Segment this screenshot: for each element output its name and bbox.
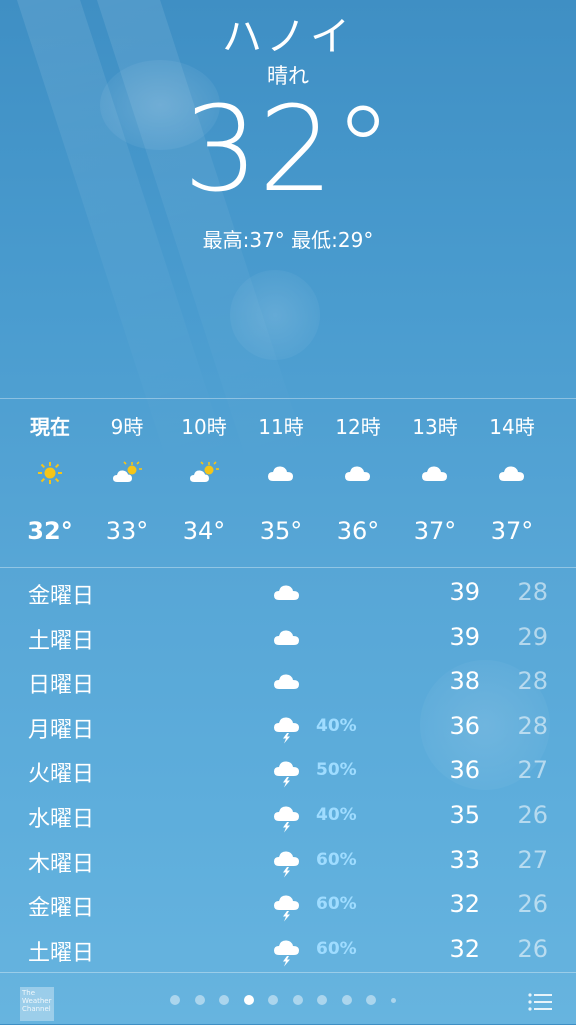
daily-row: 木曜日 60% 33 27: [0, 840, 576, 884]
daily-row: 金曜日 39 28: [0, 572, 576, 616]
page-dot[interactable]: [268, 995, 278, 1005]
hour-label: 11時: [258, 415, 304, 439]
partly-cloudy-icon: [112, 461, 142, 485]
partly-cloudy-icon: [189, 461, 219, 485]
daily-row: 火曜日 50% 36 27: [0, 750, 576, 794]
daily-row: 金曜日 60% 32 26: [0, 884, 576, 928]
page-dot[interactable]: [219, 995, 229, 1005]
high-temperature: 32: [449, 934, 480, 963]
low-temperature: 28: [517, 578, 548, 606]
city-name: ハノイ: [222, 14, 354, 60]
hour-temperature: 33°: [105, 517, 149, 545]
high-temperature: 39: [449, 622, 480, 651]
precipitation-chance: 40%: [316, 715, 357, 736]
low-temperature: 29: [517, 622, 548, 651]
precipitation-chance: 60%: [316, 849, 357, 870]
low-temperature: 27: [517, 845, 548, 874]
hour-temperature: 37°: [490, 517, 534, 545]
hourly-forecast[interactable]: 現在 32° 9時 33° 10時 34° 11時 35° 12時 36° 13時 37° 14時 37°…: [0, 398, 576, 568]
low-temperature: 26: [517, 801, 548, 829]
day-name: 金曜日: [28, 584, 95, 609]
day-name: 土曜日: [28, 628, 95, 654]
thunderstorm-icon: [272, 758, 304, 788]
daily-row: 土曜日 39 29: [0, 617, 576, 661]
page-dot[interactable]: [243, 995, 254, 1005]
daily-row: 土曜日 60% 32 26: [0, 929, 576, 973]
hour-label: 現在: [30, 415, 70, 439]
page-dot[interactable]: [341, 995, 352, 1005]
daily-row: 月曜日 40% 36 28: [0, 706, 576, 750]
cloud-icon: [272, 580, 304, 610]
sun-icon: [35, 461, 65, 485]
precipitation-chance: 50%: [316, 760, 357, 781]
list-icon[interactable]: [528, 993, 552, 1011]
low-temperature: 26: [517, 890, 548, 919]
page-dot[interactable]: [292, 995, 303, 1005]
high-temperature: 35: [449, 801, 480, 829]
cloud-icon: [272, 625, 304, 655]
day-name: 水曜日: [28, 807, 95, 832]
thunderstorm-icon: [272, 714, 304, 744]
precipitation-chance: 60%: [316, 894, 357, 915]
cloud-icon: [272, 669, 304, 699]
low-temperature: 27: [517, 756, 548, 785]
hour-temperature: 36°: [336, 517, 380, 545]
precipitation-chance: 60%: [316, 938, 357, 959]
hour-label: 10時: [181, 415, 227, 439]
day-name: 日曜日: [28, 673, 95, 699]
page-dot[interactable]: [317, 995, 327, 1005]
thunderstorm-icon: [272, 803, 304, 833]
light-glow: [230, 270, 320, 360]
day-name: 土曜日: [28, 940, 95, 966]
weather-channel-logo[interactable]: The Weather Channel: [20, 987, 54, 1021]
hour-temperature: 32°: [27, 517, 73, 545]
cloud-icon: [420, 461, 450, 485]
high-temperature: 39: [449, 578, 480, 606]
current-temperature: 32°: [183, 80, 393, 218]
page-dot[interactable]: [366, 995, 376, 1005]
day-name: 月曜日: [28, 717, 95, 743]
bottom-toolbar: The Weather Channel: [0, 972, 576, 1025]
day-name: 木曜日: [28, 851, 95, 877]
precipitation-chance: 40%: [316, 805, 357, 825]
high-temperature: 33: [449, 845, 480, 874]
low-temperature: 26: [517, 934, 548, 963]
page-dot[interactable]: [194, 995, 205, 1005]
high-temperature: 36: [449, 756, 480, 785]
hour-temperature: 37°: [413, 517, 457, 545]
page-dot[interactable]: [390, 998, 396, 1003]
cloud-icon: [266, 461, 296, 485]
thunderstorm-icon: [272, 848, 304, 878]
high-temperature: 32: [449, 890, 480, 919]
high-low-temperature: 最高:37° 最低:29°: [202, 228, 374, 252]
hour-label: 15: [551, 411, 576, 435]
hour-label: 9時: [110, 415, 144, 439]
daily-row: 水曜日 40% 35 26: [0, 795, 576, 839]
cloud-icon: [343, 461, 373, 485]
day-name: 火曜日: [28, 762, 95, 788]
thunderstorm-icon: [272, 937, 304, 967]
hour-temperature: 3: [551, 517, 576, 545]
hour-temperature: 34°: [182, 517, 226, 545]
page-dot[interactable]: [170, 995, 180, 1005]
hour-label: 13時: [412, 415, 458, 439]
hour-label: 12時: [335, 415, 381, 439]
low-temperature: 28: [517, 711, 548, 740]
day-name: 金曜日: [28, 896, 95, 922]
hour-label: 14時: [489, 415, 535, 439]
daily-row: 日曜日 38 28: [0, 661, 576, 705]
high-temperature: 38: [449, 667, 480, 696]
low-temperature: 28: [517, 667, 548, 696]
hour-temperature: 35°: [259, 517, 303, 545]
cloud-icon: [497, 461, 527, 485]
high-temperature: 36: [449, 711, 480, 740]
thunderstorm-icon: [272, 892, 304, 922]
